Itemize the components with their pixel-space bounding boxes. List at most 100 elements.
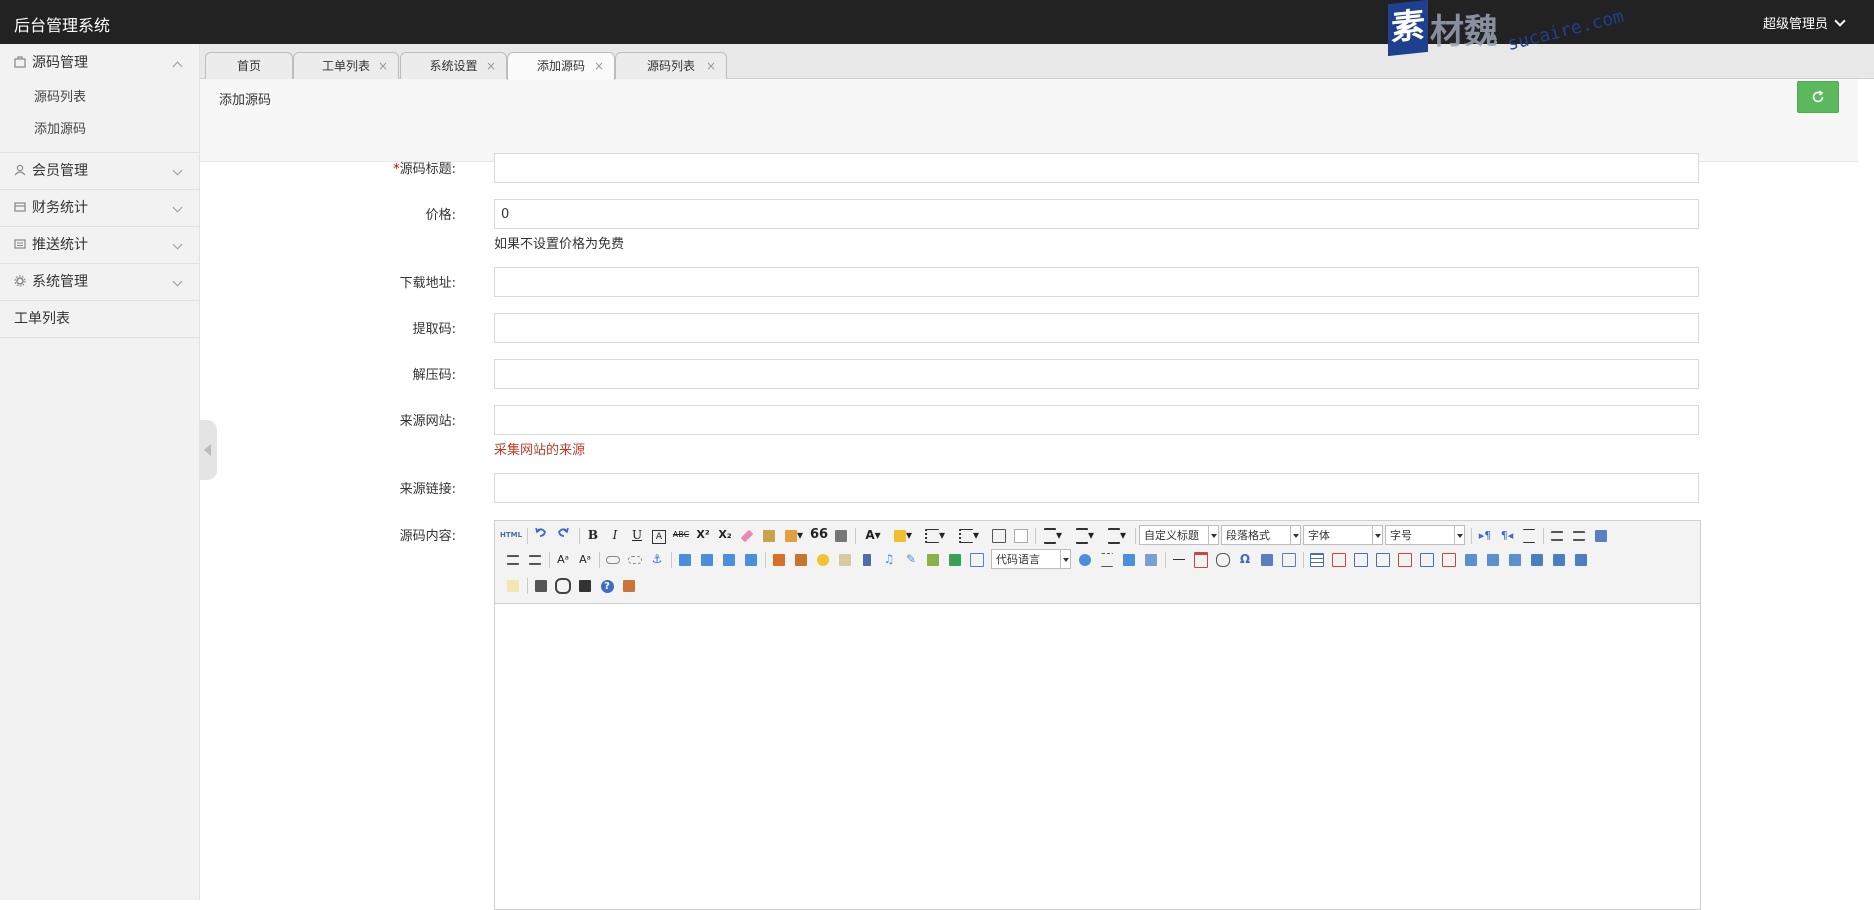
- insert-row-button[interactable]: [1373, 549, 1393, 569]
- music-button[interactable]: ♫: [879, 549, 899, 569]
- insert-image-button[interactable]: [791, 549, 811, 569]
- ordered-list-button[interactable]: ▾: [921, 525, 949, 545]
- align-right-button[interactable]: [503, 549, 523, 569]
- paste-plain-button[interactable]: [831, 525, 851, 545]
- extract-code-input[interactable]: [494, 313, 1699, 343]
- font-family-select[interactable]: 字体: [1303, 525, 1383, 545]
- close-icon[interactable]: ×: [378, 53, 388, 79]
- time-button[interactable]: [1213, 549, 1233, 569]
- unzip-code-input[interactable]: [494, 359, 1699, 389]
- source-site-input[interactable]: [494, 405, 1699, 435]
- insert-col-button[interactable]: [1417, 549, 1437, 569]
- print-button[interactable]: [531, 575, 551, 595]
- sidebar-group-system[interactable]: 系统管理: [0, 264, 199, 301]
- subscript-button[interactable]: X₂: [715, 525, 735, 545]
- font-color-button[interactable]: A▾: [859, 525, 887, 545]
- word-image-button[interactable]: [1257, 549, 1277, 569]
- simple-upload-button[interactable]: [769, 549, 789, 569]
- superscript-button[interactable]: X²: [693, 525, 713, 545]
- line-height-button[interactable]: ▾: [1103, 525, 1131, 545]
- search-replace-button[interactable]: [575, 575, 595, 595]
- font-size-select[interactable]: 字号: [1385, 525, 1465, 545]
- webapp-button[interactable]: [1075, 549, 1095, 569]
- horizontal-rule-button[interactable]: [1169, 549, 1189, 569]
- insert-paragraph-before-table-button[interactable]: [1351, 549, 1371, 569]
- custom-heading-select[interactable]: 自定义标题: [1139, 525, 1219, 545]
- drafts-button[interactable]: [503, 575, 523, 595]
- close-icon[interactable]: ×: [706, 53, 716, 79]
- date-button[interactable]: [1191, 549, 1211, 569]
- image-none-button[interactable]: [675, 549, 695, 569]
- sidebar-item-tickets[interactable]: 工单列表: [0, 301, 199, 338]
- underline-button[interactable]: U: [627, 525, 647, 545]
- image-center-button[interactable]: [741, 549, 761, 569]
- close-icon[interactable]: ×: [594, 53, 604, 79]
- rtl-button[interactable]: ¶◂: [1497, 525, 1517, 545]
- tab-home[interactable]: 首页: [205, 52, 293, 79]
- tab-source-list[interactable]: 源码列表 ×: [615, 52, 727, 79]
- background-button[interactable]: [1141, 549, 1161, 569]
- refresh-button[interactable]: [1797, 81, 1839, 113]
- anchor-button[interactable]: ⚓: [647, 549, 667, 569]
- merge-cells-button[interactable]: [1461, 549, 1481, 569]
- snapscreen-button[interactable]: [1279, 549, 1299, 569]
- scrawl-button[interactable]: [835, 549, 855, 569]
- source-link-input[interactable]: [494, 473, 1699, 503]
- insert-frame-button[interactable]: [967, 549, 987, 569]
- align-left-button[interactable]: [1547, 525, 1567, 545]
- font-border-button[interactable]: A: [649, 525, 669, 545]
- split-to-cols-button[interactable]: [1549, 549, 1569, 569]
- sidebar-item-source-list[interactable]: 源码列表: [0, 82, 199, 114]
- delete-col-button[interactable]: [1439, 549, 1459, 569]
- image-left-button[interactable]: [697, 549, 717, 569]
- preview-button[interactable]: [553, 575, 573, 595]
- split-to-cells-button[interactable]: [1571, 549, 1591, 569]
- align-center-button[interactable]: [1569, 525, 1589, 545]
- strikethrough-button[interactable]: ABC: [671, 525, 691, 545]
- sidebar-group-push[interactable]: 推送统计: [0, 227, 199, 264]
- merge-down-button[interactable]: [1505, 549, 1525, 569]
- attachment-button[interactable]: ✎: [901, 549, 921, 569]
- help-button[interactable]: ?: [597, 575, 617, 595]
- page-break-button[interactable]: [1097, 549, 1117, 569]
- directionality-button[interactable]: [989, 525, 1009, 545]
- italic-button[interactable]: I: [605, 525, 625, 545]
- user-menu[interactable]: 超级管理员: [1763, 13, 1846, 32]
- emotion-button[interactable]: [813, 549, 833, 569]
- format-painter-button[interactable]: [759, 525, 779, 545]
- indent-button[interactable]: [1519, 525, 1539, 545]
- delete-table-button[interactable]: [1329, 549, 1349, 569]
- merge-right-button[interactable]: [1483, 549, 1503, 569]
- title-input[interactable]: [494, 153, 1699, 183]
- link-button[interactable]: [603, 549, 623, 569]
- sidebar-group-finance[interactable]: 财务统计: [0, 190, 199, 227]
- touppercase-button[interactable]: Aᵃ: [553, 549, 573, 569]
- special-chars-button[interactable]: Ω: [1235, 549, 1255, 569]
- image-right-button[interactable]: [719, 549, 739, 569]
- tolowercase-button[interactable]: Aᵃ: [575, 549, 595, 569]
- bold-button[interactable]: B: [583, 525, 603, 545]
- tab-add-source[interactable]: 添加源码 ×: [507, 52, 615, 80]
- delete-row-button[interactable]: [1395, 549, 1415, 569]
- clipboard-button[interactable]: [619, 575, 639, 595]
- unordered-list-button[interactable]: ▾: [955, 525, 983, 545]
- editor-content-area[interactable]: [495, 604, 1700, 909]
- paragraph-format-select[interactable]: 段落格式: [1221, 525, 1301, 545]
- undo-button[interactable]: [531, 525, 551, 545]
- blockquote-button[interactable]: 66: [809, 525, 829, 545]
- row-spacing-top-button[interactable]: ▾: [1039, 525, 1067, 545]
- sidebar-group-source[interactable]: 源码管理: [0, 46, 199, 80]
- tab-tickets[interactable]: 工单列表 ×: [293, 52, 399, 79]
- price-input[interactable]: [494, 199, 1699, 229]
- justify-button[interactable]: [525, 549, 545, 569]
- auto-typeset-button[interactable]: ▾: [781, 525, 807, 545]
- download-url-input[interactable]: [494, 267, 1699, 297]
- redo-button[interactable]: [553, 525, 573, 545]
- remove-format-button[interactable]: [737, 525, 757, 545]
- template-button[interactable]: [1119, 549, 1139, 569]
- row-spacing-bottom-button[interactable]: ▾: [1071, 525, 1099, 545]
- map-button[interactable]: [923, 549, 943, 569]
- gmap-button[interactable]: [945, 549, 965, 569]
- html-source-button[interactable]: HTML: [499, 525, 523, 545]
- fullscreen-button[interactable]: [1591, 525, 1611, 545]
